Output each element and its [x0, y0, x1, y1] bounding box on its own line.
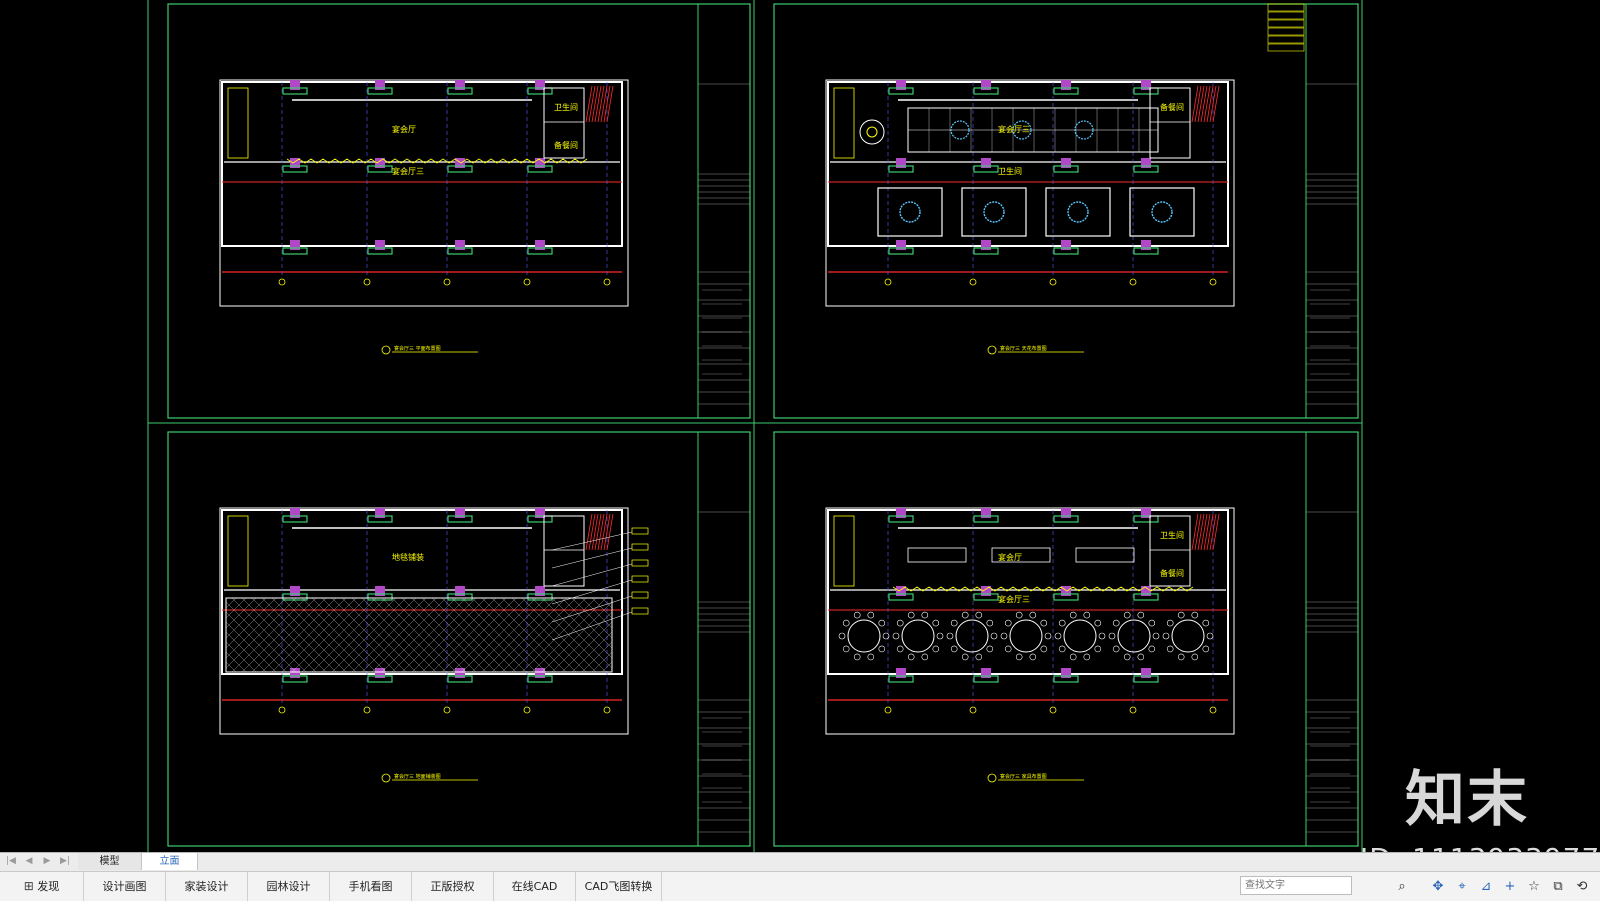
drawing-sheet-4: 宴会厅三 家具布置图宴会厅宴会厅三 卫生间备餐间 [773, 431, 1359, 847]
room-label: 地毯铺装 [392, 552, 424, 562]
link-icon[interactable]: ⟲ [1572, 877, 1592, 897]
sheet-tab-bar: |◀ ◀ ▶ ▶| 模型 立面 [0, 852, 1600, 871]
snap-icon[interactable]: ✥ [1428, 877, 1448, 897]
sheet-title: 宴会厅三 家具布置图 [1000, 773, 1047, 780]
cube-icon[interactable]: ⧉ [1548, 877, 1568, 897]
prev-icon[interactable]: ◀ [22, 855, 36, 868]
star-icon[interactable]: ☆ [1524, 877, 1544, 897]
room-label: 宴会厅 [392, 124, 416, 134]
room-label: 宴会厅三 [392, 166, 424, 176]
discover-button[interactable]: ⊞ 发现 [0, 872, 84, 901]
discover-label: 发现 [37, 880, 60, 893]
last-icon[interactable]: ▶| [58, 855, 72, 868]
sheet-title: 宴会厅三 天花布置图 [1000, 345, 1047, 352]
room-label: 备餐间 [1160, 568, 1184, 578]
sheet-title: 宴会厅三 平面布置图 [394, 345, 441, 352]
cad-canvas[interactable]: 宴会厅三 平面布置图 宴会厅 宴会厅三 卫生间 备餐间 宴会厅三 天花布置图 宴会厅三 卫生间… [0, 0, 1600, 852]
drawing-sheet-2: 宴会厅三 天花布置图宴会厅三卫生间 备餐间 [773, 3, 1359, 419]
search-icon[interactable]: ⌕ [1392, 877, 1412, 897]
online-cad-button[interactable]: 在线CAD [494, 872, 576, 901]
bottom-toolbar: ⊞ 发现 设计画图 家装设计 园林设计 手机看图 正版授权 在线CAD CAD飞… [0, 871, 1600, 901]
design-drawing-button[interactable]: 设计画图 [84, 872, 166, 901]
room-label: 卫生间 [554, 102, 578, 112]
room-label: 备餐间 [554, 140, 578, 150]
garden-design-button[interactable]: 园林设计 [248, 872, 330, 901]
drawing-layout: 宴会厅三 平面布置图宴会厅宴会厅三卫生间备餐间宴会厅三 天花布置图宴会厅三卫生间… [147, 0, 1363, 852]
drawing-sheet-3: 宴会厅三 地面铺装图地毯铺装 [167, 431, 751, 847]
crosshair-icon[interactable]: ⌖ [1452, 877, 1472, 897]
room-label: 卫生间 [998, 166, 1022, 176]
tab-model[interactable]: 模型 [78, 853, 142, 870]
sheet-title: 宴会厅三 地面铺装图 [394, 773, 441, 780]
room-label: 宴会厅 [998, 552, 1022, 562]
room-label: 备餐间 [1160, 102, 1184, 112]
mobile-view-button[interactable]: 手机看图 [330, 872, 412, 901]
search-text-input[interactable] [1240, 876, 1352, 895]
legend-cell [1267, 43, 1305, 52]
legend-cell [1267, 35, 1305, 44]
grid-icon: ⊞ [23, 879, 34, 893]
room-label: 宴会厅三 [998, 594, 1030, 604]
measure-icon[interactable]: ⊿ [1476, 877, 1496, 897]
license-button[interactable]: 正版授权 [412, 872, 494, 901]
watermark-brand: 知末 [1405, 765, 1529, 835]
tab-elevation[interactable]: 立面 [142, 853, 198, 870]
drawing-sheet-1: 宴会厅三 平面布置图宴会厅宴会厅三 卫生间备餐间 [167, 3, 751, 419]
watermark-id: ID: 1113933977 [1360, 842, 1600, 852]
legend-cell [1267, 3, 1305, 12]
room-label: 卫生间 [1160, 530, 1184, 540]
legend-cell [1267, 19, 1305, 28]
cad-convert-button[interactable]: CAD飞图转换 [576, 872, 662, 901]
legend-cell [1267, 27, 1305, 36]
home-design-button[interactable]: 家装设计 [166, 872, 248, 901]
plus-icon[interactable]: + [1500, 877, 1520, 897]
first-icon[interactable]: |◀ [4, 855, 18, 868]
legend-cell [1267, 11, 1305, 20]
room-label: 宴会厅三 [998, 124, 1030, 134]
next-icon[interactable]: ▶ [40, 855, 54, 868]
